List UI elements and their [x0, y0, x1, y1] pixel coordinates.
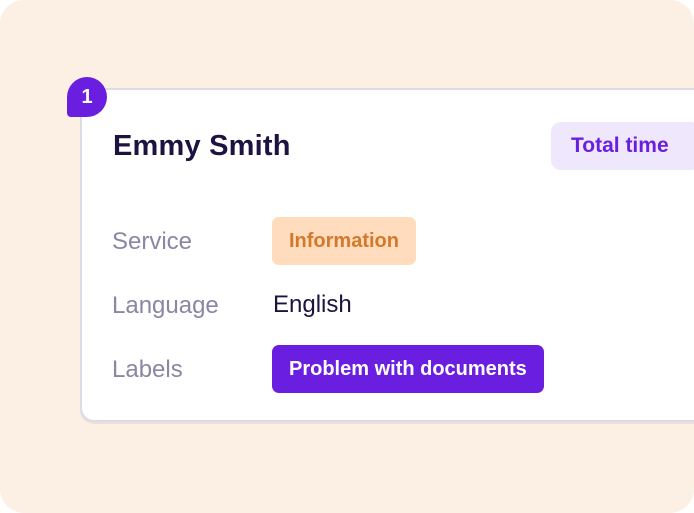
- total-time-button[interactable]: Total time: [551, 122, 694, 170]
- contact-name: Emmy Smith: [113, 130, 291, 162]
- language-value: English: [273, 291, 352, 318]
- labels-label: Labels: [112, 356, 183, 383]
- label-tag-problem-with-documents[interactable]: Problem with documents: [272, 345, 544, 393]
- conversation-card[interactable]: Emmy Smith Total time Service Informatio…: [80, 88, 694, 422]
- service-label: Service: [112, 228, 193, 255]
- number-badge: 1: [67, 77, 107, 117]
- service-tag: Information: [272, 217, 416, 265]
- language-label: Language: [112, 292, 219, 319]
- canvas-background: Emmy Smith Total time Service Informatio…: [0, 0, 694, 513]
